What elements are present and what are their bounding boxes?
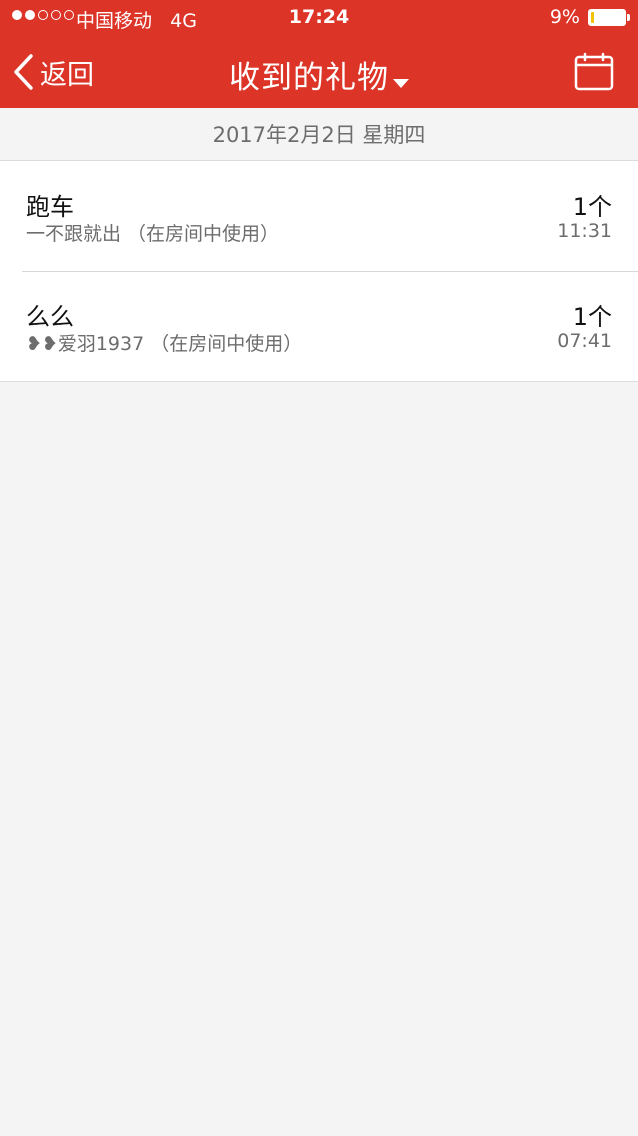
gift-name: 跑车	[26, 193, 74, 221]
gift-count: 1个	[572, 303, 612, 331]
caret-down-icon	[393, 79, 409, 88]
status-time: 17:24	[288, 6, 350, 28]
gift-time: 11:31	[557, 220, 612, 242]
page-title: 收到的礼物	[229, 60, 389, 96]
gift-count: 1个	[572, 193, 612, 221]
date-header: 2017年2月2日 星期四	[0, 108, 638, 161]
gift-row[interactable]: 跑车 一不跟就出 （在房间中使用） 1个 11:31	[0, 161, 638, 271]
battery-percent: 9%	[549, 6, 580, 28]
gift-name: 么么	[26, 303, 74, 331]
battery-level	[591, 12, 594, 23]
app-header: 中国移动 4G 17:24 9% 返回 收到的礼物	[0, 0, 638, 108]
gift-list: 跑车 一不跟就出 （在房间中使用） 1个 11:31 么么 ❥❥爱羽1937 （…	[0, 161, 638, 382]
nav-bar: 返回 收到的礼物	[0, 36, 638, 108]
gift-sender: 一不跟就出 （在房间中使用）	[26, 223, 280, 245]
status-bar: 中国移动 4G 17:24 9%	[0, 0, 638, 36]
gift-row[interactable]: 么么 ❥❥爱羽1937 （在房间中使用） 1个 07:41	[0, 271, 638, 381]
battery-cap	[627, 14, 630, 21]
calendar-icon	[574, 52, 614, 91]
battery-icon	[588, 9, 626, 26]
gift-time: 07:41	[557, 330, 612, 352]
calendar-button[interactable]	[574, 52, 614, 92]
gift-sender: ❥❥爱羽1937 （在房间中使用）	[26, 333, 303, 355]
title-dropdown[interactable]: 收到的礼物	[0, 52, 638, 97]
